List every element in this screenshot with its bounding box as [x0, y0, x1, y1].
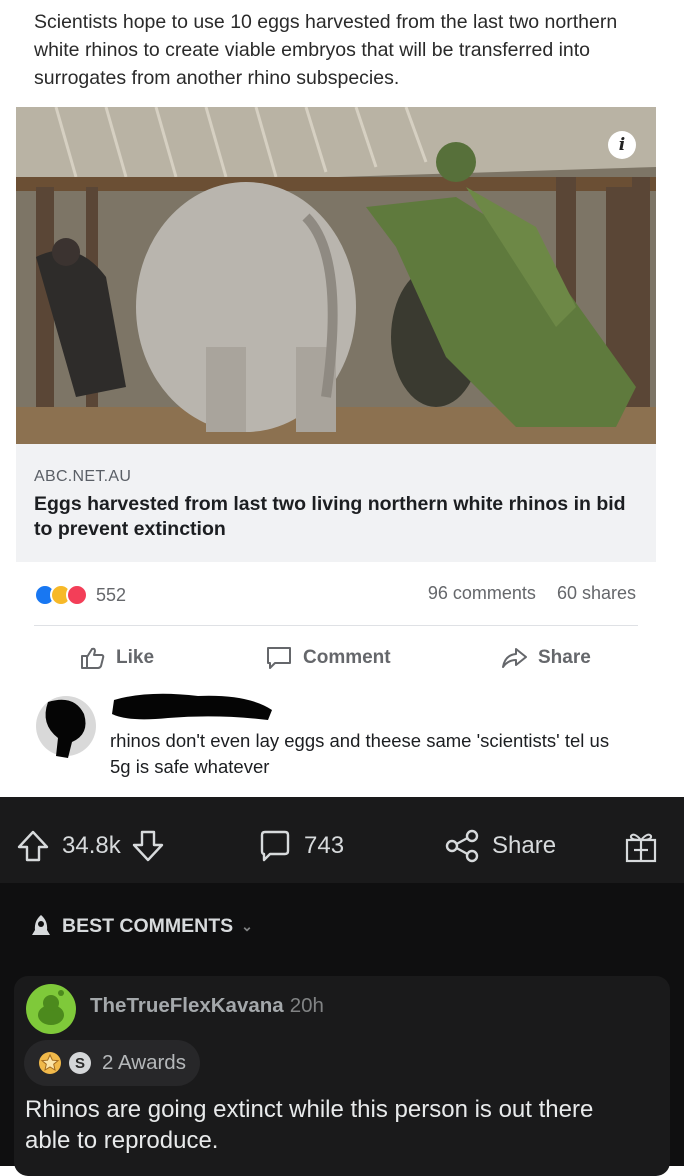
thumbs-up-icon [81, 647, 105, 669]
comment-body: Rhinos are going extinct while this pers… [25, 1096, 594, 1154]
shares-count[interactable]: 60 shares [557, 583, 636, 603]
rocket-icon [32, 915, 50, 935]
share-nodes-icon [445, 829, 479, 863]
reaction-count: 552 [96, 584, 127, 605]
facebook-post-screenshot: Scientists hope to use 10 eggs harvested… [0, 0, 684, 797]
info-icon[interactable]: i [608, 131, 636, 159]
comments-button[interactable]: 743 [258, 829, 344, 863]
awards-pill[interactable]: S 2 Awards [24, 1040, 200, 1086]
reddit-share-button[interactable]: Share [444, 829, 556, 863]
like-label: Like [116, 647, 155, 668]
awards-count: 2 Awards [102, 1051, 186, 1074]
downvote-icon[interactable] [131, 829, 165, 863]
post-stats: 96 comments 60 shares [428, 583, 636, 604]
comment-bubble-icon [260, 830, 290, 862]
comment-button[interactable]: Comment [265, 645, 391, 671]
svg-text:S: S [75, 1055, 85, 1072]
share-arrow-icon [502, 648, 527, 668]
like-button[interactable]: Like [80, 645, 154, 671]
redacted-avatar [36, 696, 96, 758]
comment-age: 20h [289, 994, 324, 1017]
share-label: Share [538, 647, 591, 668]
post-photo[interactable]: i [16, 107, 656, 444]
award-star-icon [39, 1052, 61, 1074]
sort-label: BEST COMMENTS [62, 914, 234, 937]
rhino-photo-illustration [16, 107, 656, 444]
upvote-icon[interactable] [16, 829, 50, 863]
comments-count[interactable]: 96 comments [428, 583, 536, 603]
link-domain: ABC.NET.AU [34, 468, 132, 485]
link-title[interactable]: Eggs harvested from last two living nort… [34, 492, 644, 542]
post-action-bar: 34.8k 743 Share [0, 797, 684, 883]
username-text[interactable]: TheTrueFlexKavana [90, 994, 284, 1017]
comment-count: 743 [304, 832, 345, 859]
redacted-name [112, 693, 272, 720]
comment-label: Comment [303, 647, 391, 668]
vote-control: 34.8k [16, 829, 165, 863]
silver-award-icon: S [69, 1052, 91, 1074]
top-comment-card: TheTrueFlexKavana 20h S 2 Awards Rhinos a… [14, 976, 670, 1176]
reddit-share-label: Share [492, 832, 557, 859]
share-button[interactable]: Share [500, 645, 591, 671]
avatar[interactable] [26, 984, 76, 1034]
speech-bubble-icon [267, 647, 291, 669]
comment-author[interactable]: TheTrueFlexKavana 20h [90, 994, 324, 1018]
love-reaction-icon [66, 584, 88, 606]
fb-comment: rhinos don't even lay eggs and theese sa… [30, 686, 630, 786]
comment-sort-selector[interactable]: BEST COMMENTS ⌄ [28, 911, 253, 941]
post-caption: Scientists hope to use 10 eggs harvested… [34, 11, 618, 89]
chevron-down-icon: ⌄ [241, 917, 253, 934]
reactions-summary[interactable]: 552 [34, 582, 126, 608]
reddit-post-view: 34.8k 743 Share BEST COMMENTS ⌄ TheTrueF… [0, 797, 684, 1176]
divider [34, 625, 638, 626]
award-gift-icon[interactable] [624, 830, 658, 864]
fb-comment-text: rhinos don't even lay eggs and theese sa… [110, 730, 610, 777]
vote-count: 34.8k [62, 832, 121, 859]
link-preview[interactable]: ABC.NET.AU Eggs harvested from last two … [16, 444, 656, 562]
